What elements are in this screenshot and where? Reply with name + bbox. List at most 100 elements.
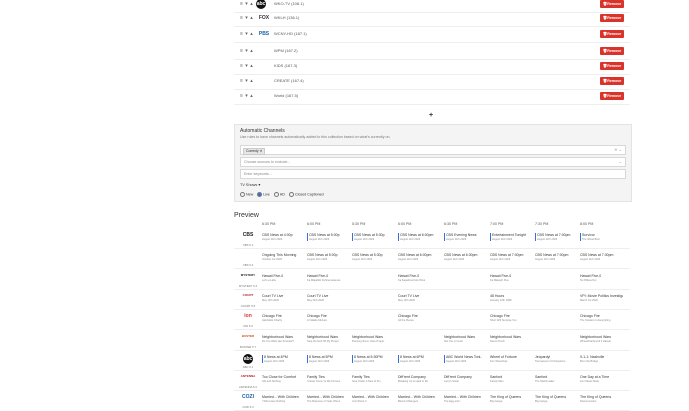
program-cell[interactable]: Married... With Children Blood of Rangers <box>398 395 441 403</box>
option-cc[interactable]: Closed Captioned <box>289 192 324 197</box>
reorder-icon[interactable]: ≡ ▾ ▴ <box>240 31 253 37</box>
program-cell[interactable]: Chicago Fire Short Will Surprise You <box>490 314 533 322</box>
channel-name: KIDS (167.3) <box>274 63 298 68</box>
program-cell[interactable]: Hawaii Five-0 No Pilikua Nui <box>580 274 623 282</box>
program-cell[interactable]: Sanford Family Man <box>490 375 533 383</box>
program-cell[interactable]: 9-1-1: Nashville Burn the Bridge <box>580 355 623 363</box>
program-cell[interactable]: CBS News at 7:00pm August 11th 2026 <box>490 253 533 261</box>
reorder-icon[interactable]: ≡ ▾ ▴ <box>240 48 253 54</box>
program-cell[interactable]: Neighborhood Wars Do You Want Her Arreste… <box>262 335 305 343</box>
exclude-sources-field[interactable]: Choose sources to exclude... ⌄ <box>240 157 626 167</box>
program-cell[interactable]: 8 News at 5:30PM August 11th 2026 <box>352 354 397 363</box>
program-title: ABC World News Toni.. <box>446 354 483 359</box>
program-cell[interactable]: Hawaii Five-0 Ka Makeph Pua <box>490 274 533 282</box>
program-cell[interactable]: CBS News at 4:00p August 11th 2026 <box>262 233 305 241</box>
program-cell[interactable]: Married... With Children Just Shoot It <box>352 395 395 403</box>
program-cell[interactable]: The King of Queens Big Ganga <box>490 395 533 403</box>
program-cell[interactable]: CBS News at 5:00p August 11th 2026 <box>307 233 352 241</box>
remove-button[interactable]: 🗑 Remove <box>600 62 624 70</box>
program-cell[interactable]: 48 Hours January 10th 1998 <box>490 294 533 302</box>
program-subtitle: Not You in Court <box>444 339 463 343</box>
program-cell[interactable]: CBS News at 5:30p August 11th 2026 <box>352 233 397 241</box>
program-cell[interactable]: ABC World News Toni.. August 11th 2026 <box>444 354 489 363</box>
channel-name: WKLH (136.1) <box>274 15 300 20</box>
program-cell[interactable]: CBS News at 6:00pm August 11th 2026 <box>398 233 443 241</box>
type-select[interactable]: TV Shows ▾ <box>240 182 260 187</box>
program-cell[interactable]: The King of Queens Big Ganga <box>535 395 578 403</box>
program-cell[interactable]: Family Ties I Never Knew Ye Me Fortune <box>307 375 350 383</box>
program-cell[interactable]: CBS News at 7:00pm August 11th 2026 <box>535 253 578 261</box>
program-cell[interactable]: Married... With Children The Business of … <box>307 395 350 403</box>
program-cell[interactable]: CBS News at 5:00p August 11th 2026 <box>307 253 350 261</box>
channel-row: ≡ ▾ ▴ KIDS (167.3) 🗑 Remove <box>234 59 630 75</box>
program-cell[interactable]: Neighborhood Wars Running Scum Uses Prope… <box>352 335 395 343</box>
remove-button[interactable]: 🗑 Remove <box>600 14 624 22</box>
reorder-icon[interactable]: ≡ ▾ ▴ <box>240 93 253 99</box>
reorder-icon[interactable]: ≡ ▾ ▴ <box>240 78 253 84</box>
program-cell[interactable]: Entertainment Tonight August 11th 2026 <box>490 233 535 241</box>
program-cell[interactable]: Neighborhood Wars Stop the Hell Off My Pr… <box>307 335 350 343</box>
chevron-down-icon[interactable]: ⌄ <box>619 159 622 164</box>
program-cell[interactable]: Chicago Fire The Solution to Everything <box>580 314 623 322</box>
option-new[interactable]: New <box>240 192 253 197</box>
program-subtitle: August 11th 2026 <box>264 359 285 363</box>
preview-row: CBS 5.2 Ongoing This Morning October 1st 2… <box>234 249 630 270</box>
genre-field[interactable]: Comedy ✕ ✕ ⌄ <box>240 145 626 155</box>
reorder-icon[interactable]: ≡ ▾ ▴ <box>240 63 253 69</box>
remove-button[interactable]: 🗑 Remove <box>600 30 624 38</box>
option-hd[interactable]: HD <box>273 192 285 197</box>
program-cell[interactable]: Diff'rent Company Breaking Up is Hard to … <box>398 375 441 383</box>
program-cell[interactable]: Court TV Live May 11th 2026 <box>262 294 305 302</box>
program-cell[interactable]: CBS News at 5:30p August 11th 2026 <box>352 253 395 261</box>
program-cell[interactable]: Court TV Live May 11th 2026 <box>307 294 350 302</box>
program-cell[interactable]: Too Close for Comfort Gift and Nothing <box>262 375 305 383</box>
program-cell[interactable]: Hawaii Five-0 Ka Makahiki Kuhina Heamoe <box>307 274 350 282</box>
keywords-field[interactable]: Enter keywords... <box>240 169 626 179</box>
program-cell[interactable]: Chicago Fire Hall-Mark Charity <box>262 314 305 322</box>
reorder-icon[interactable]: ≡ ▾ ▴ <box>240 1 253 7</box>
program-cell[interactable]: Neighborhood Wars Nerve Punch <box>490 335 533 343</box>
program-cell[interactable]: Married... With Children I Who Have Nothi… <box>262 395 305 403</box>
program-cell[interactable]: Chicago Fire A Volatile Mixture <box>307 314 350 322</box>
program-cell[interactable]: Wheel of Fortune Kno Shoewhay <box>490 355 533 363</box>
program-cell[interactable]: CBS News at 7:00pm August 11th 2026 <box>535 233 580 241</box>
channel-number: ANTENNA 6.2 <box>239 385 257 390</box>
program-cell[interactable]: Neighborhood Wars Not You in Court <box>444 335 487 343</box>
add-channel-button[interactable]: + <box>429 112 433 119</box>
program-cell[interactable]: CBS Evening News August 11th 2026 <box>444 233 489 241</box>
option-live[interactable]: Live <box>257 192 270 197</box>
program-cell[interactable]: Diff'rent Company Larry's Sister <box>444 375 487 383</box>
reorder-icon[interactable]: ≡ ▾ ▴ <box>240 15 253 21</box>
remove-button[interactable]: 🗑 Remove <box>600 47 624 55</box>
program-cell[interactable]: Survivor The Wood Burn <box>580 233 625 241</box>
program-cell[interactable]: Sanford The Matchmaker <box>535 375 578 383</box>
program-cell[interactable]: CBS News at 6:30pm August 11th 2026 <box>444 253 487 261</box>
program-cell[interactable]: The King of Queens Disconnection <box>580 395 623 403</box>
program-cell[interactable]: Hawaii Five-0 Let's a Lahu <box>262 274 305 282</box>
program-title: Neighborhood Wars <box>352 334 383 339</box>
program-cell[interactable]: Jeopardy! Tournament of Champions <box>535 355 578 363</box>
channel-logo: abc <box>256 0 266 9</box>
program-cell[interactable]: VPI: Movie Politics Investigat March 1st … <box>580 294 623 302</box>
program-cell[interactable]: 8 News at 5PM August 11th 2026 <box>307 354 352 363</box>
program-cell[interactable]: Family Ties Give Under A New of Kin <box>352 375 395 383</box>
program-cell[interactable]: Court TV Live May 11th 2026 <box>398 294 441 302</box>
program-cell[interactable]: Chicago Fire All the Pieces <box>398 314 441 322</box>
chevron-down-icon[interactable]: ✕ ⌄ <box>614 147 622 152</box>
program-cell[interactable]: Ongoing This Morning October 1st 2026 <box>262 253 305 261</box>
program-cell[interactable]: Neighborhood Wars Wheelchairbound it Hass… <box>580 335 623 343</box>
program-title: Family Ties <box>307 375 325 380</box>
program-cell[interactable]: CBS News at 6:00pm August 11th 2026 <box>398 253 441 261</box>
remove-button[interactable]: 🗑 Remove <box>600 0 624 8</box>
program-cell[interactable]: One Day at a Time Ann Meets Mate <box>580 375 623 383</box>
remove-button[interactable]: 🗑 Remove <box>600 92 624 100</box>
genre-chip[interactable]: Comedy ✕ <box>243 147 266 155</box>
channel-number: ABC 6.1 <box>242 364 254 369</box>
program-cell[interactable]: 8 News at 4PM August 11th 2026 <box>262 354 307 363</box>
program-cell[interactable]: CBS News at 7:30pm August 11th 2026 <box>580 253 623 261</box>
program-cell[interactable]: Hawaii Five-0 Ka Kapalima Kolo Ploui <box>398 274 441 282</box>
program-subtitle: Ka Kapalima Kolo Ploui <box>398 278 426 282</box>
program-cell[interactable]: 8 News at 6PM August 11th 2026 <box>398 354 443 363</box>
program-cell[interactable]: Married... With Children The Egg and I <box>444 395 487 403</box>
remove-button[interactable]: 🗑 Remove <box>600 77 624 85</box>
